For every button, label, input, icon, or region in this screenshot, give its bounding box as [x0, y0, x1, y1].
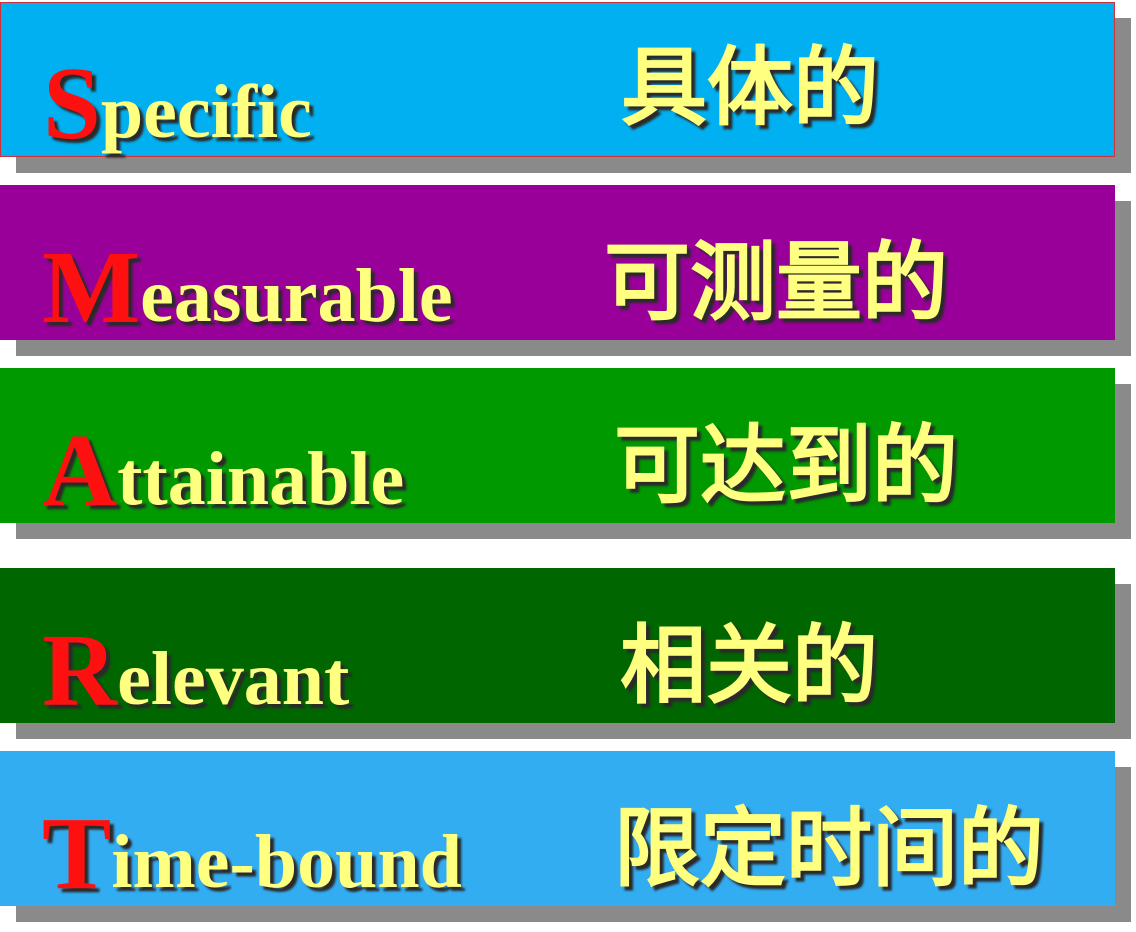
initial-letter: A	[42, 413, 118, 528]
chinese-term: 可测量的	[604, 232, 948, 333]
initial-letter: R	[42, 613, 118, 728]
chinese-term: 具体的	[621, 37, 879, 138]
initial-letter: S	[43, 46, 101, 161]
term-rest: ime-bound	[111, 820, 462, 904]
smart-row-specific: S pecific 具体的	[0, 2, 1115, 157]
term-rest: pecific	[100, 70, 312, 154]
smart-row-attainable: A ttainable 可达到的	[0, 368, 1115, 523]
chinese-term: 限定时间的	[614, 798, 1044, 899]
english-term: A ttainable	[42, 368, 404, 550]
term-rest: easurable	[140, 254, 453, 338]
term-rest: ttainable	[117, 437, 405, 521]
smart-row-relevant: R elevant 相关的	[0, 568, 1115, 723]
smart-row-measurable: Measurable 可测量的	[0, 185, 1115, 340]
term-rest: elevant	[117, 637, 350, 721]
english-term: Measurable	[42, 185, 453, 368]
initial-letter: M	[42, 230, 141, 345]
chinese-term: 可达到的	[614, 415, 958, 516]
chinese-term: 相关的	[620, 615, 878, 716]
english-term: S pecific	[43, 3, 312, 182]
smart-row-time-bound: T ime-bound 限定时间的	[0, 751, 1115, 906]
english-term: T ime-bound	[42, 751, 462, 932]
english-term: R elevant	[42, 568, 349, 753]
initial-letter: T	[42, 796, 112, 911]
